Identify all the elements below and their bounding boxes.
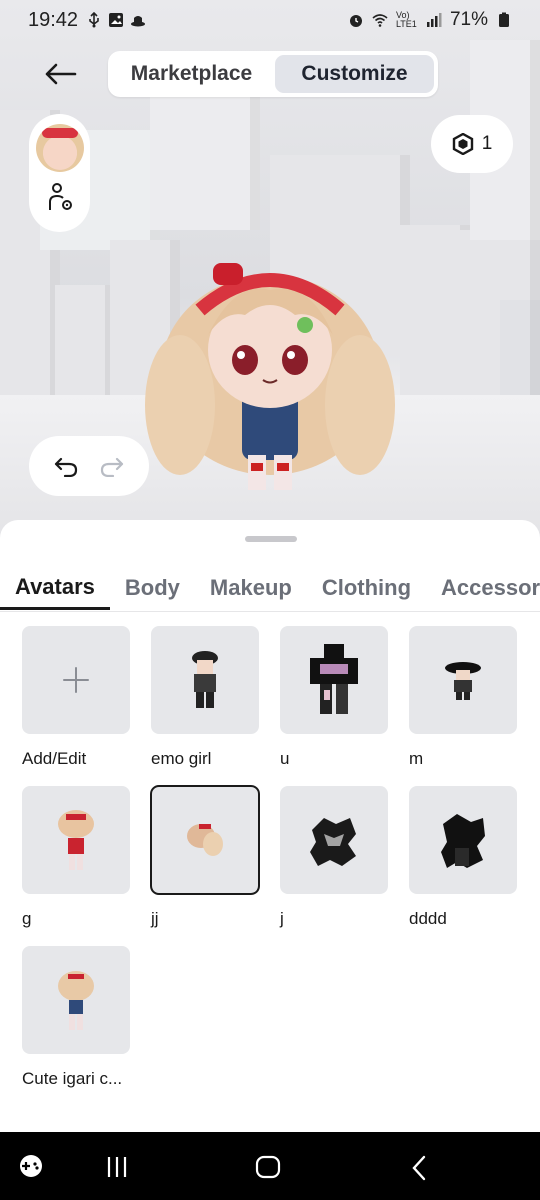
avatar-thumbnail[interactable] bbox=[22, 946, 130, 1054]
avatar-figure bbox=[58, 810, 94, 870]
back-button[interactable] bbox=[40, 58, 80, 90]
category-tabs: Avatars Body Makeup Clothing Accessories bbox=[0, 566, 540, 612]
tab-makeup[interactable]: Makeup bbox=[195, 566, 307, 610]
avatar-item-add[interactable]: Add/Edit bbox=[22, 626, 132, 769]
scene-building bbox=[150, 90, 260, 230]
avatar-item[interactable]: j bbox=[280, 786, 390, 929]
system-nav-bar bbox=[0, 1132, 540, 1200]
redo-icon[interactable] bbox=[99, 455, 125, 477]
volte-label: Vo) LTE1 bbox=[395, 10, 417, 29]
avatar-figure bbox=[58, 971, 94, 1030]
avatar-item[interactable]: emo girl bbox=[151, 626, 261, 769]
mode-switcher: Marketplace Customize bbox=[108, 51, 438, 97]
chevron-left-icon bbox=[412, 1155, 426, 1181]
avatar-item[interactable]: Cute igari c... bbox=[22, 946, 132, 1089]
tab-marketplace[interactable]: Marketplace bbox=[112, 55, 271, 93]
avatar-item-label: emo girl bbox=[151, 749, 212, 768]
status-time: 19:42 bbox=[28, 8, 79, 31]
plus-icon bbox=[63, 667, 89, 693]
avatar-item[interactable]: m bbox=[409, 626, 519, 769]
undo-icon[interactable] bbox=[53, 455, 79, 477]
avatar-character[interactable] bbox=[145, 255, 395, 495]
avatar-item-label: j bbox=[280, 909, 284, 928]
avatar-figure bbox=[192, 651, 218, 708]
hat-icon bbox=[131, 16, 146, 27]
game-launcher-button[interactable] bbox=[18, 1153, 44, 1179]
sheet-drag-handle[interactable] bbox=[245, 536, 297, 542]
avatar-figure bbox=[310, 818, 356, 866]
robux-icon bbox=[452, 133, 473, 155]
avatar-thumbnail[interactable] bbox=[409, 626, 517, 734]
avatar-item-label: g bbox=[22, 909, 32, 928]
avatar-item[interactable]: u bbox=[280, 626, 390, 769]
avatar-item-label: jj bbox=[151, 909, 159, 928]
avatar-item-selected[interactable]: jj bbox=[150, 785, 261, 929]
avatar-actions-pill bbox=[29, 114, 90, 232]
usb-icon bbox=[89, 12, 99, 28]
avatar-item[interactable]: g bbox=[22, 786, 132, 929]
avatar-figure bbox=[441, 814, 485, 868]
tab-accessories[interactable]: Accessories bbox=[426, 566, 540, 610]
tab-customize[interactable]: Customize bbox=[275, 55, 434, 93]
avatar-item[interactable]: dddd bbox=[409, 786, 519, 929]
image-icon bbox=[109, 13, 124, 27]
home-icon bbox=[255, 1155, 281, 1179]
status-bar: 19:42 Vo) LTE1 71% bbox=[0, 0, 540, 40]
alarm-icon bbox=[349, 15, 362, 27]
avatar-item-label: Cute igari c... bbox=[22, 1069, 123, 1088]
arrow-left-icon bbox=[45, 63, 77, 85]
avatar-thumbnail[interactable] bbox=[22, 786, 130, 894]
add-edit-tile[interactable] bbox=[22, 626, 130, 734]
avatar-thumbnail[interactable] bbox=[280, 786, 388, 894]
tabs-divider bbox=[0, 611, 540, 612]
avatar-figure bbox=[310, 644, 358, 714]
recent-apps-button[interactable] bbox=[105, 1155, 129, 1179]
recent-apps-icon bbox=[107, 1157, 127, 1177]
battery-icon bbox=[499, 12, 509, 27]
tab-avatars[interactable]: Avatars bbox=[0, 566, 110, 610]
avatar-thumbnail[interactable] bbox=[409, 786, 517, 894]
gamepad-icon bbox=[20, 1155, 42, 1177]
avatar-item-label: u bbox=[280, 749, 290, 768]
home-button[interactable] bbox=[255, 1155, 281, 1179]
undo-redo-pill bbox=[29, 436, 149, 496]
avatar-figure bbox=[187, 824, 223, 856]
avatar-item-label: dddd bbox=[409, 909, 447, 928]
system-back-button[interactable] bbox=[410, 1155, 428, 1181]
scene-building bbox=[55, 285, 115, 405]
avatar-item-label: Add/Edit bbox=[22, 749, 87, 768]
battery-percent: 71% bbox=[449, 9, 488, 30]
avatar-thumbnail[interactable] bbox=[151, 626, 259, 734]
tab-clothing[interactable]: Clothing bbox=[307, 566, 426, 610]
wifi-icon bbox=[372, 14, 388, 27]
tab-body[interactable]: Body bbox=[110, 566, 195, 610]
avatar-item-label: m bbox=[409, 749, 424, 768]
robux-balance[interactable]: 1 bbox=[431, 115, 513, 173]
avatar-settings-icon[interactable] bbox=[46, 182, 74, 212]
robux-count: 1 bbox=[481, 133, 493, 154]
avatar-thumbnail[interactable] bbox=[280, 626, 388, 734]
avatar-figure bbox=[445, 662, 481, 700]
signal-icon bbox=[426, 13, 442, 27]
avatar-head-button[interactable] bbox=[35, 124, 84, 172]
customize-sheet: Avatars Body Makeup Clothing Accessories… bbox=[0, 520, 540, 1132]
avatar-thumbnail[interactable] bbox=[150, 785, 260, 895]
